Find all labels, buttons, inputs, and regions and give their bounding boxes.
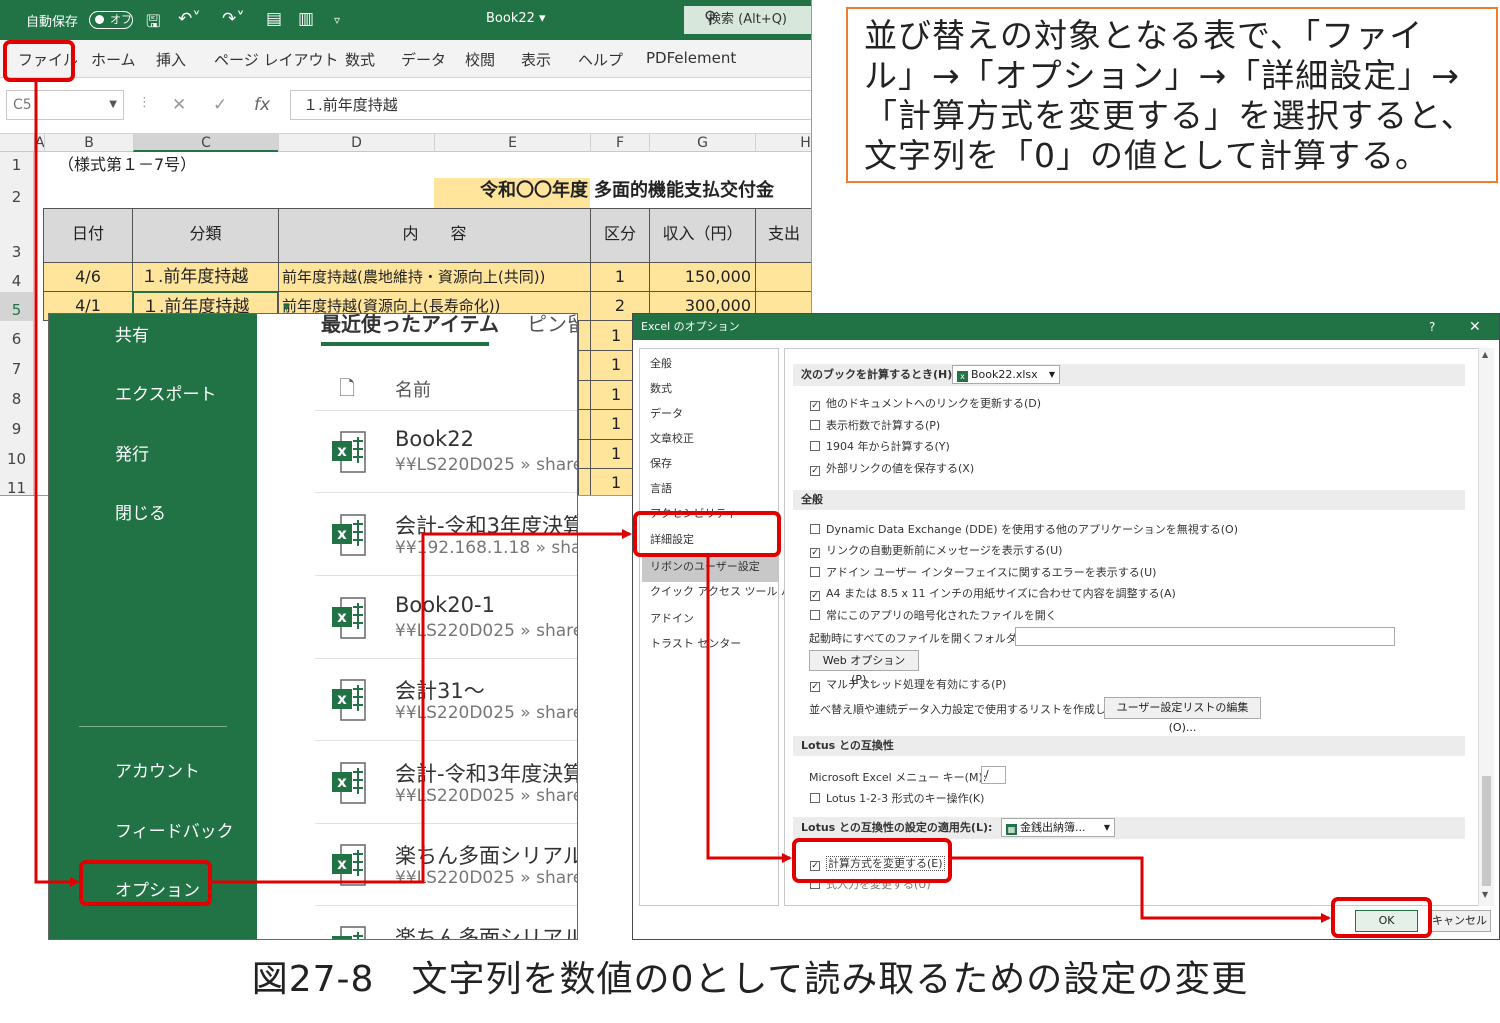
figure-caption: 図27-8 文字列を数値の0として読み取るための設定の変更 xyxy=(251,959,1249,1000)
connector-arrows xyxy=(34,82,1331,923)
arrow-file-to-options xyxy=(34,82,80,887)
arrow-options-to-advanced xyxy=(212,529,632,884)
arrow-advanced-to-formula xyxy=(706,557,792,863)
arrow-formula-to-ok xyxy=(952,856,1331,923)
